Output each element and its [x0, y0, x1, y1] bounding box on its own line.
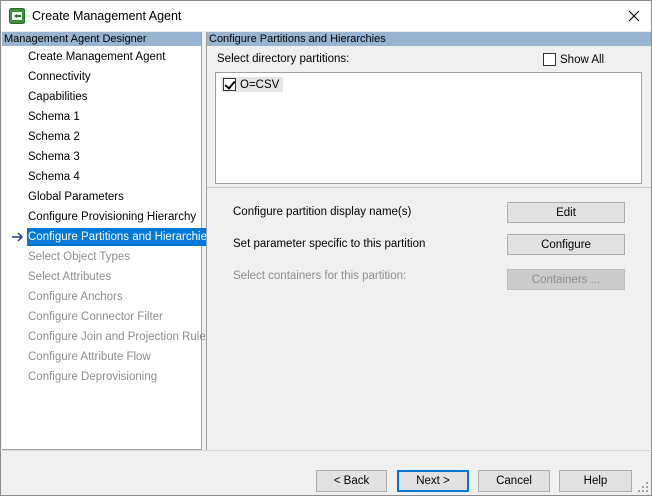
nav-item: Configure Anchors — [2, 287, 202, 307]
partition-name: O=CSV — [240, 78, 280, 91]
nav-item[interactable]: Schema 3 — [2, 147, 202, 167]
window-title: Create Management Agent — [32, 9, 182, 23]
current-step-arrow-icon — [12, 232, 24, 242]
dialog-window: Create Management Agent Management Agent… — [0, 0, 652, 496]
partitions-panel-header: Configure Partitions and Hierarchies — [207, 32, 651, 46]
nav-item: Configure Attribute Flow — [2, 347, 202, 367]
nav-item: Configure Deprovisioning — [2, 367, 202, 387]
nav-list: Create Management Agent Connectivity Capab… — [2, 47, 214, 387]
nav-panel-header: Management Agent Designer — [2, 32, 201, 46]
title-bar: Create Management Agent — [1, 1, 651, 31]
nav-item[interactable]: Configure Provisioning Hierarchy — [2, 207, 202, 227]
nav-item[interactable]: Schema 1 — [2, 107, 202, 127]
partitions-label: Select directory partitions: — [217, 53, 350, 65]
nav-item-label: Configure Anchors — [28, 291, 123, 303]
next-button[interactable]: Next > — [397, 470, 469, 492]
nav-item[interactable]: Capabilities — [2, 87, 202, 107]
management-agent-icon — [9, 8, 25, 24]
partitions-list[interactable]: O=CSV — [215, 72, 642, 184]
nav-item: Select Object Types — [2, 247, 202, 267]
nav-item-label: Configure Join and Projection Rules — [28, 331, 212, 343]
nav-item-label: Configure Deprovisioning — [28, 371, 158, 383]
nav-item: Configure Join and Projection Rules — [2, 327, 211, 347]
nav-item-label: Configure Provisioning Hierarchy — [28, 211, 197, 223]
nav-item-label: Capabilities — [28, 91, 88, 103]
nav-item[interactable]: Global Parameters — [2, 187, 202, 207]
nav-item-label: Configure Partitions and Hierarchies — [27, 228, 214, 246]
partition-item[interactable]: O=CSV — [221, 77, 284, 92]
back-button[interactable]: < Back — [316, 470, 387, 492]
configure-button[interactable]: Configure — [507, 234, 625, 255]
close-button[interactable] — [617, 1, 651, 31]
nav-item-label: Configure Connector Filter — [28, 311, 163, 323]
show-all-checkbox-box[interactable] — [543, 53, 556, 66]
nav-item-label: Schema 4 — [28, 171, 80, 183]
show-all-checkbox[interactable]: Show All — [543, 53, 604, 66]
resize-grip-icon[interactable] — [638, 482, 648, 492]
nav-item-label: Schema 1 — [28, 111, 80, 123]
nav-item[interactable]: Schema 2 — [2, 127, 202, 147]
nav-item: Select Attributes — [2, 267, 202, 287]
nav-item-label: Select Object Types — [28, 251, 131, 263]
edit-button[interactable]: Edit — [507, 202, 625, 223]
nav-item-label: Schema 2 — [28, 131, 80, 143]
display-name-label: Configure partition display name(s) — [233, 206, 412, 218]
nav-item[interactable]: Schema 4 — [2, 167, 202, 187]
section-divider — [207, 187, 651, 188]
designer-nav-panel: Management Agent Designer Create Managem… — [2, 32, 214, 450]
nav-item[interactable]: Configure Partitions and Hierarchies — [2, 227, 214, 247]
show-all-label: Show All — [560, 53, 605, 66]
partition-checkbox[interactable] — [223, 78, 236, 91]
nav-item[interactable]: Create Management Agent — [2, 47, 202, 67]
nav-item-label: Configure Attribute Flow — [28, 351, 151, 363]
nav-item: Configure Connector Filter — [2, 307, 202, 327]
help-button[interactable]: Help — [559, 470, 632, 492]
close-icon — [628, 10, 640, 22]
nav-item-label: Global Parameters — [28, 191, 124, 203]
cancel-button[interactable]: Cancel — [478, 470, 550, 492]
partitions-panel: Configure Partitions and Hierarchies Sel… — [206, 32, 651, 450]
nav-item[interactable]: Connectivity — [2, 67, 202, 87]
nav-item-label: Connectivity — [28, 71, 91, 83]
footer-separator — [2, 450, 652, 451]
containers-button: Containers ... — [507, 269, 625, 290]
nav-item-label: Schema 3 — [28, 151, 80, 163]
nav-item-label: Select Attributes — [28, 271, 112, 283]
containers-label: Select containers for this partition: — [233, 270, 407, 282]
partition-parameter-label: Set parameter specific to this partition — [233, 238, 426, 250]
nav-item-label: Create Management Agent — [28, 51, 166, 63]
